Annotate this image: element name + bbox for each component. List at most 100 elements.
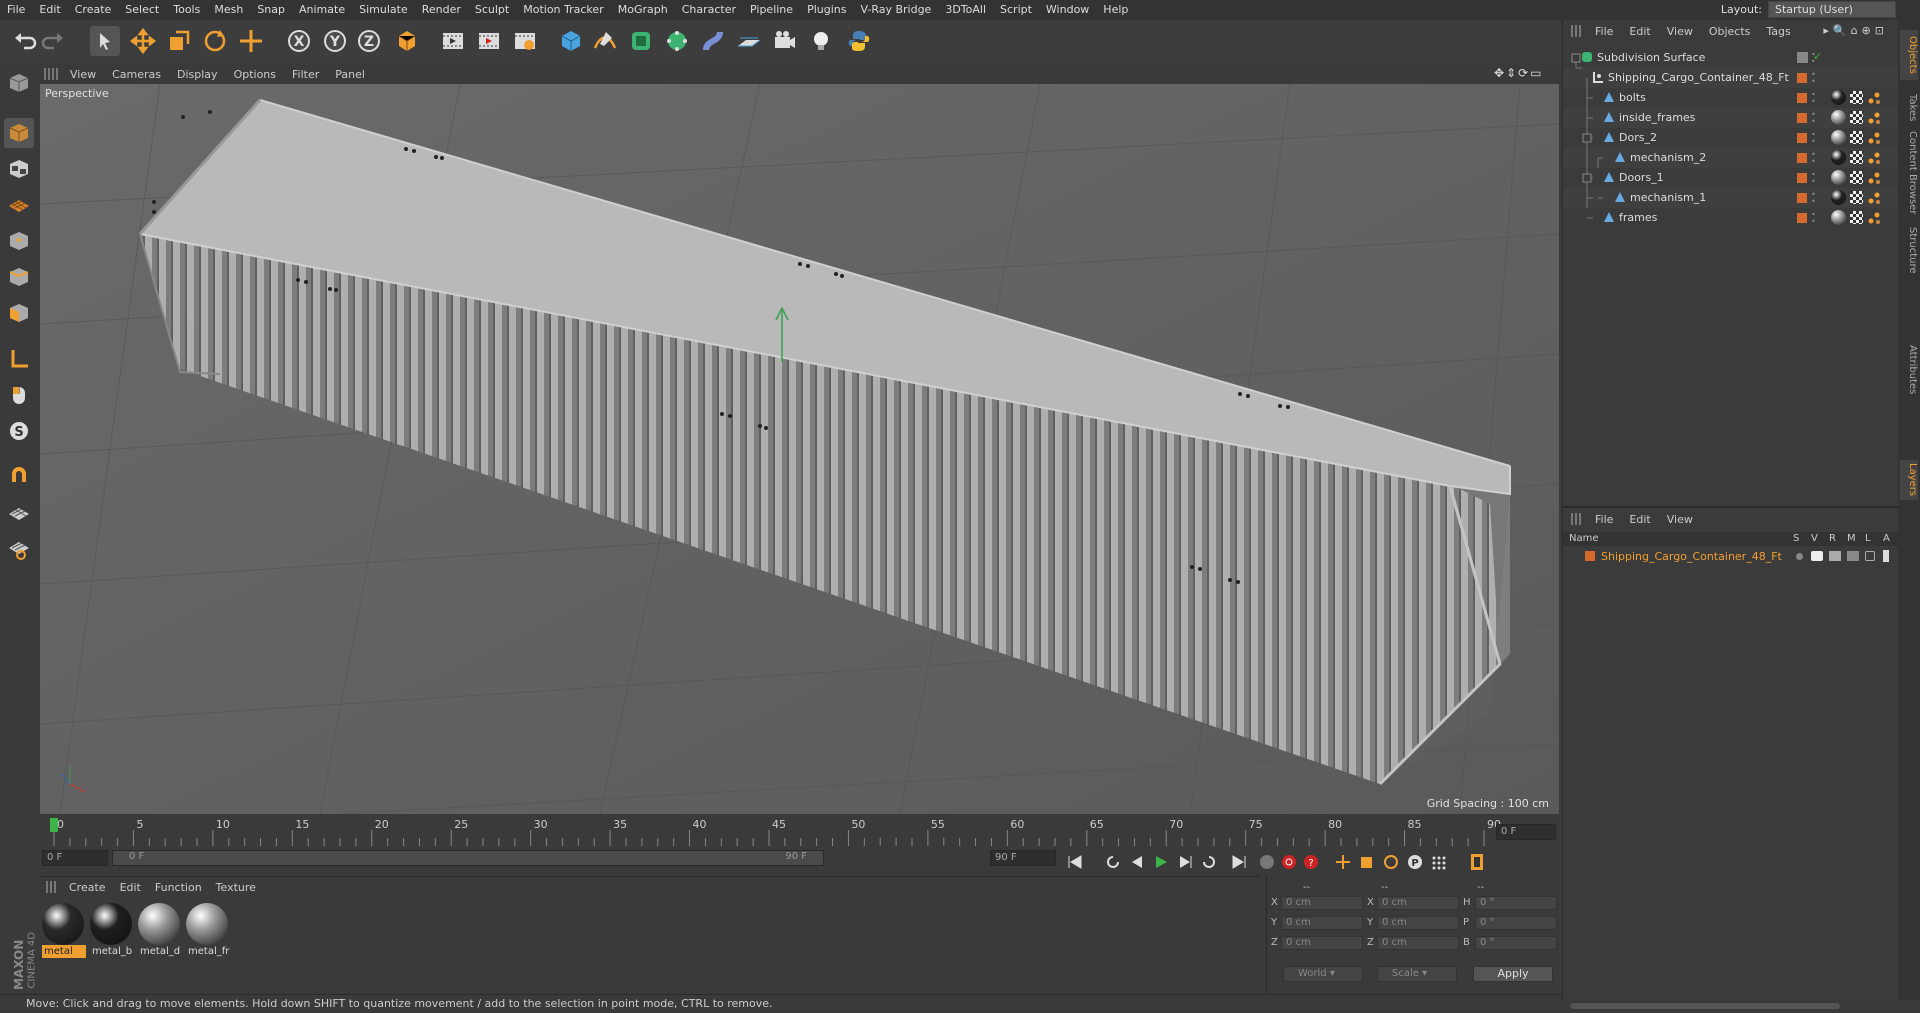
- viewport-menu-cameras[interactable]: Cameras: [104, 68, 169, 81]
- y-axis-lock-icon[interactable]: Y: [320, 26, 350, 56]
- menu-file[interactable]: File: [0, 0, 32, 20]
- object-menu-edit[interactable]: Edit: [1621, 25, 1658, 38]
- layer-menu-edit[interactable]: Edit: [1621, 513, 1658, 526]
- menu-mograph[interactable]: MoGraph: [611, 0, 675, 20]
- size-field[interactable]: 0 cm: [1377, 896, 1459, 910]
- material-tag-icon[interactable]: [1831, 190, 1846, 205]
- go-to-start-icon[interactable]: [1064, 852, 1086, 872]
- polygons-mode-icon[interactable]: [4, 298, 34, 328]
- dock-tab-content-browser[interactable]: Content Browser: [1900, 130, 1918, 216]
- layer-solo-icon[interactable]: [1796, 553, 1803, 560]
- menu-animate[interactable]: Animate: [292, 0, 352, 20]
- viewport-nav-icons[interactable]: ✥⇕⟳▭: [1494, 66, 1554, 82]
- play-icon[interactable]: [1150, 852, 1172, 872]
- cube-primitive-icon[interactable]: [556, 26, 586, 56]
- phong-tag-icon[interactable]: [1867, 91, 1881, 105]
- material-tag-icon[interactable]: [1831, 170, 1846, 185]
- position-field[interactable]: 0 cm: [1281, 896, 1363, 910]
- phong-tag-icon[interactable]: [1867, 131, 1881, 145]
- material-swatch[interactable]: metal_d: [138, 903, 182, 961]
- horizontal-scrollbar[interactable]: [1562, 1000, 1898, 1012]
- object-row[interactable]: frames • •: [1563, 208, 1899, 228]
- visibility-dots-icon[interactable]: • •: [1811, 111, 1816, 126]
- visibility-dots-icon[interactable]: • •: [1811, 191, 1816, 206]
- key-scale-icon[interactable]: [1356, 852, 1378, 872]
- texture-tag-icon[interactable]: [1850, 211, 1863, 224]
- render-picture-viewer-icon[interactable]: [474, 26, 504, 56]
- workplane-icon[interactable]: [4, 190, 34, 220]
- menu-motion-tracker[interactable]: Motion Tracker: [516, 0, 610, 20]
- layer-manager-icon[interactable]: [1847, 551, 1859, 561]
- material-swatch[interactable]: metal_fr: [186, 903, 230, 961]
- material-tag-icon[interactable]: [1831, 90, 1846, 105]
- phong-tag-icon[interactable]: [1867, 211, 1881, 225]
- object-row[interactable]: mechanism_1 • •: [1563, 188, 1899, 208]
- viewport-menu-view[interactable]: View: [62, 68, 104, 81]
- menu-window[interactable]: Window: [1039, 0, 1096, 20]
- undo-icon[interactable]: [10, 26, 40, 56]
- layer-color-swatch[interactable]: [1585, 551, 1595, 561]
- texture-mode-icon[interactable]: [4, 154, 34, 184]
- texture-tag-icon[interactable]: [1850, 151, 1863, 164]
- layer-column-m[interactable]: M: [1847, 533, 1856, 544]
- dock-tab-layers[interactable]: Layers: [1900, 460, 1918, 500]
- viewport-menu-display[interactable]: Display: [169, 68, 226, 81]
- render-settings-icon[interactable]: [510, 26, 540, 56]
- timeline-view-icon[interactable]: [1466, 852, 1488, 872]
- layer-row[interactable]: Shipping_Cargo_Container_48_Ft: [1563, 548, 1899, 566]
- subdivision-nurbs-icon[interactable]: [626, 26, 656, 56]
- layer-color-swatch[interactable]: [1797, 113, 1807, 123]
- phong-tag-icon[interactable]: [1867, 191, 1881, 205]
- material-tag-icon[interactable]: [1831, 130, 1846, 145]
- visibility-dots-icon[interactable]: • •: [1811, 51, 1816, 66]
- playhead[interactable]: [50, 818, 58, 832]
- object-row[interactable]: bolts • •: [1563, 88, 1899, 108]
- workplane-lock-icon[interactable]: [4, 498, 34, 528]
- object-name[interactable]: frames: [1619, 211, 1657, 224]
- menu-snap[interactable]: Snap: [250, 0, 292, 20]
- visibility-dots-icon[interactable]: • •: [1811, 211, 1816, 226]
- rotate-icon[interactable]: [200, 26, 230, 56]
- layer-menu-file[interactable]: File: [1587, 513, 1621, 526]
- object-menu-objects[interactable]: Objects: [1701, 25, 1759, 38]
- layer-column-v[interactable]: V: [1811, 533, 1818, 544]
- redo-icon[interactable]: [38, 26, 68, 56]
- texture-tag-icon[interactable]: [1850, 131, 1863, 144]
- select-pointer-icon[interactable]: [90, 26, 120, 56]
- object-row[interactable]: Subdivision Surface ✓ • •: [1563, 48, 1899, 68]
- apply-button[interactable]: Apply: [1473, 966, 1553, 982]
- current-frame-field[interactable]: 0 F: [1496, 824, 1556, 840]
- previous-frame-icon[interactable]: [1126, 852, 1148, 872]
- layer-column-a[interactable]: A: [1883, 533, 1890, 544]
- menu-3dtoall[interactable]: 3DToAll: [938, 0, 993, 20]
- menu-mesh[interactable]: Mesh: [207, 0, 250, 20]
- object-name[interactable]: mechanism_1: [1630, 191, 1706, 204]
- camera-icon[interactable]: [770, 26, 800, 56]
- menu-edit[interactable]: Edit: [32, 0, 67, 20]
- visibility-dots-icon[interactable]: • •: [1811, 91, 1816, 106]
- next-key-icon[interactable]: [1198, 852, 1220, 872]
- phong-tag-icon[interactable]: [1867, 151, 1881, 165]
- object-name[interactable]: bolts: [1619, 91, 1646, 104]
- make-editable-icon[interactable]: [4, 68, 34, 98]
- key-rotation-icon[interactable]: [1380, 852, 1402, 872]
- menu-render[interactable]: Render: [415, 0, 468, 20]
- object-row[interactable]: Dors_2 • •: [1563, 128, 1899, 148]
- coordinate-system-dropdown[interactable]: World ▾: [1283, 966, 1363, 982]
- next-frame-icon[interactable]: [1174, 852, 1196, 872]
- perspective-viewport[interactable]: Perspective Grid Spacing : 100 cm: [40, 84, 1559, 814]
- material-swatch[interactable]: metal: [42, 903, 86, 961]
- layer-column-s[interactable]: S: [1793, 533, 1799, 544]
- layer-color-swatch[interactable]: [1797, 153, 1807, 163]
- rotation-field[interactable]: 0 °: [1475, 916, 1557, 930]
- start-frame-field[interactable]: 0 F: [42, 850, 108, 866]
- dock-tab-objects[interactable]: Objects: [1900, 30, 1918, 80]
- python-icon[interactable]: [844, 26, 874, 56]
- editor-visibility-icon[interactable]: [1797, 52, 1808, 63]
- material-tag-icon[interactable]: [1831, 210, 1846, 225]
- object-menu-view[interactable]: View: [1659, 25, 1701, 38]
- texture-tag-icon[interactable]: [1850, 191, 1863, 204]
- texture-tag-icon[interactable]: [1850, 171, 1863, 184]
- magnet-icon[interactable]: [4, 462, 34, 492]
- position-field[interactable]: 0 cm: [1281, 936, 1363, 950]
